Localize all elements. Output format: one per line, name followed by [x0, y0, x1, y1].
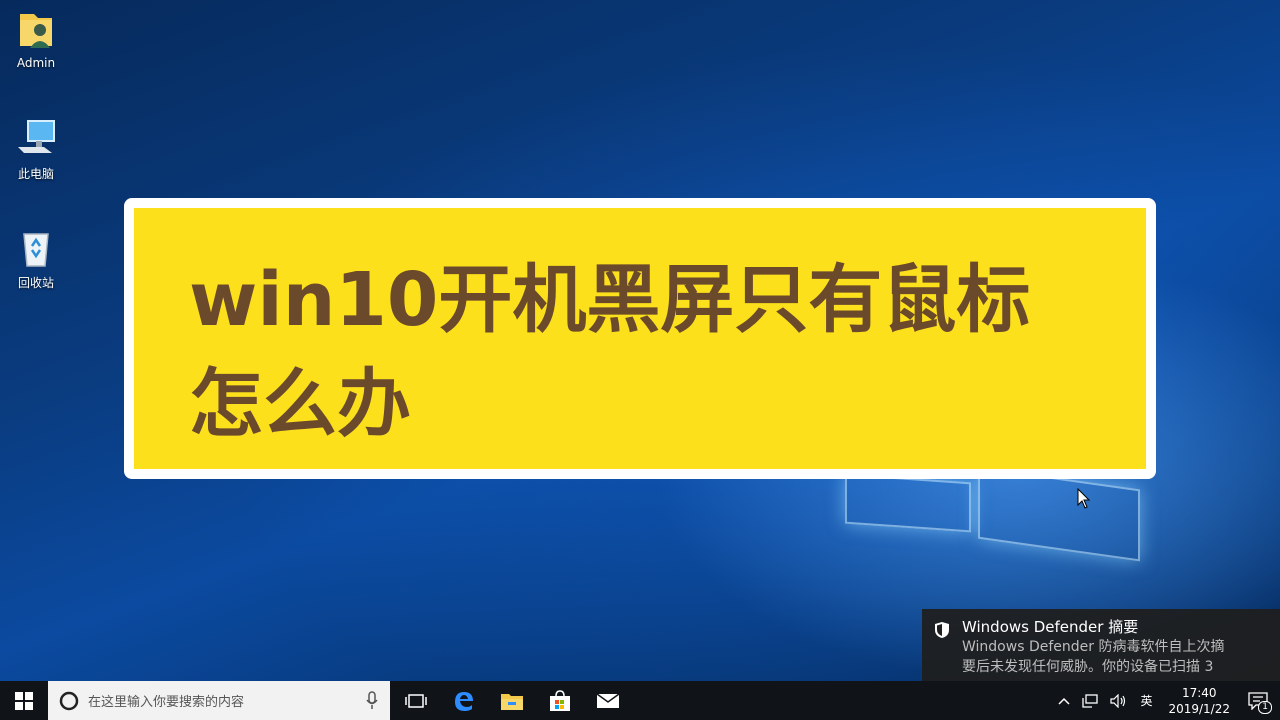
recycle-bin-icon	[14, 226, 58, 270]
notification-title: Windows Defender 摘要	[962, 618, 1139, 636]
wallpaper-light-pane	[978, 466, 1140, 562]
show-hidden-icons-button[interactable]	[1052, 681, 1076, 720]
chevron-up-icon	[1058, 697, 1070, 705]
action-center-button[interactable]: 1	[1240, 681, 1280, 720]
desktop-icon-recycle-bin[interactable]: 回收站	[6, 226, 66, 291]
clock[interactable]: 17:40 2019/1/22	[1158, 681, 1240, 720]
speaker-icon	[1110, 693, 1126, 708]
title-banner: win10开机黑屏只有鼠标怎么办	[124, 198, 1156, 479]
desktop-icon-admin[interactable]: Admin	[6, 8, 66, 70]
user-folder-icon	[14, 8, 58, 52]
desktop-icon-label: 此电脑	[17, 167, 54, 181]
taskbar-app-edge[interactable]	[440, 681, 488, 720]
file-explorer-icon	[501, 693, 523, 710]
microphone-icon[interactable]	[366, 691, 378, 710]
taskbar-search-box[interactable]: 在这里输入你要搜索的内容	[48, 681, 390, 720]
cortana-icon	[59, 691, 79, 710]
clock-date: 2019/1/22	[1168, 701, 1230, 716]
taskbar: 在这里输入你要搜索的内容 英 17:40 2019/1/22 1	[0, 681, 1280, 720]
mouse-cursor-icon	[1077, 488, 1091, 509]
banner-title: win10开机黑屏只有鼠标怎么办	[189, 257, 1031, 447]
volume-button[interactable]	[1104, 681, 1134, 720]
taskbar-app-store[interactable]	[536, 681, 584, 720]
task-view-icon	[405, 693, 427, 708]
network-button[interactable]	[1076, 681, 1104, 720]
notification-body-line: 要后未发现任何威胁。你的设备已扫描 3	[962, 659, 1214, 675]
notification-count-badge: 1	[1258, 701, 1272, 714]
start-button[interactable]	[0, 681, 48, 720]
desktop-icon-label: Admin	[16, 56, 56, 70]
input-method-indicator[interactable]: 英	[1134, 681, 1158, 720]
system-tray: 英 17:40 2019/1/22 1	[1052, 681, 1280, 720]
title-banner-fill: win10开机黑屏只有鼠标怎么办	[134, 208, 1146, 469]
desktop-icon-label: 回收站	[17, 276, 54, 290]
shield-icon	[935, 622, 949, 638]
mail-icon	[596, 692, 620, 708]
wallpaper-light-pane	[845, 473, 971, 533]
computer-icon	[14, 117, 58, 161]
task-view-button[interactable]	[392, 681, 440, 720]
edge-icon	[455, 691, 473, 711]
taskbar-app-file-explorer[interactable]	[488, 681, 536, 720]
desktop-icon-this-pc[interactable]: 此电脑	[6, 117, 66, 182]
windows-logo-icon	[15, 691, 33, 710]
search-placeholder: 在这里输入你要搜索的内容	[88, 695, 245, 710]
store-icon	[550, 689, 570, 711]
defender-notification[interactable]: Windows Defender 摘要 Windows Defender 防病毒…	[922, 609, 1280, 681]
taskbar-app-mail[interactable]	[584, 681, 632, 720]
clock-time: 17:40	[1181, 685, 1217, 700]
notification-body-line: Windows Defender 防病毒软件自上次摘	[962, 639, 1225, 655]
network-icon	[1082, 693, 1099, 708]
